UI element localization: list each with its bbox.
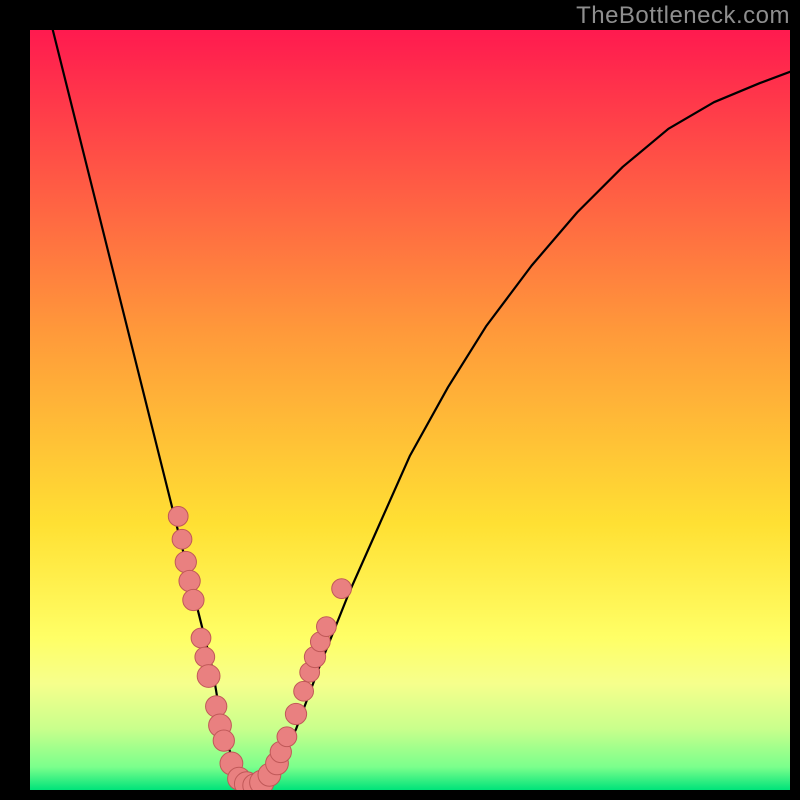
chart-stage: TheBottleneck.com	[0, 0, 800, 800]
bottleneck-chart	[30, 30, 790, 790]
watermark-text: TheBottleneck.com	[576, 2, 790, 30]
plot-area	[30, 30, 790, 790]
